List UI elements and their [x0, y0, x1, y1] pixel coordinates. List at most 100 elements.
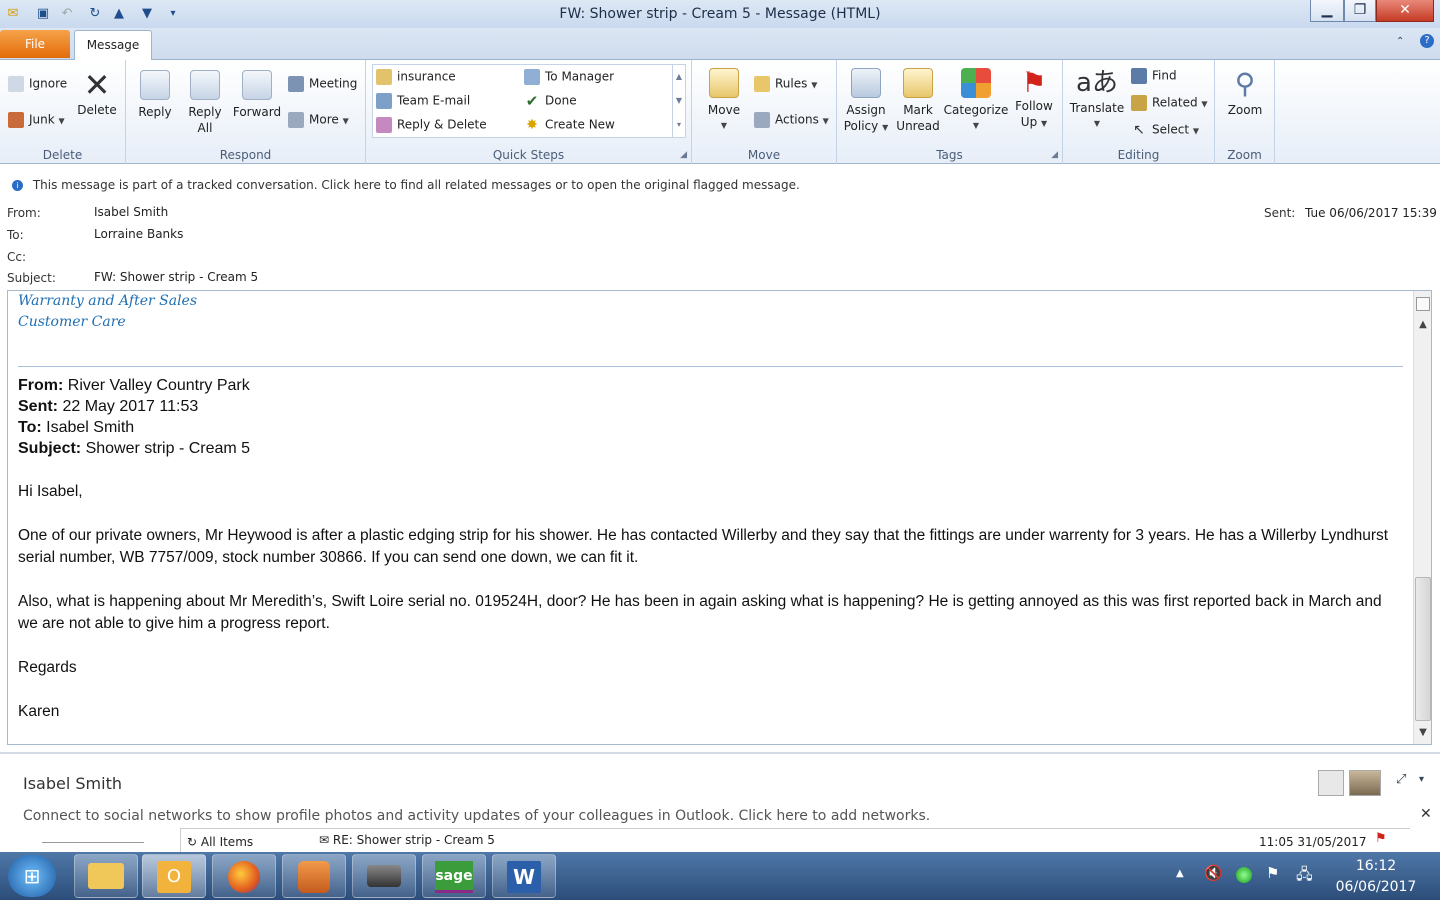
scroll-up-arrow[interactable]: ▲: [1416, 319, 1430, 333]
minimize-ribbon-icon[interactable]: ⌃: [1396, 36, 1404, 47]
signature-line-1: Warranty and After Sales: [18, 293, 198, 309]
sent-value: Tue 06/06/2017 15:39: [1305, 206, 1437, 220]
zoom-button[interactable]: ⚲ Zoom: [1223, 66, 1267, 118]
people-pane-name[interactable]: Isabel Smith: [23, 774, 122, 793]
quickstep-create-new[interactable]: ✸ Create New: [524, 117, 615, 133]
forward-button[interactable]: Forward: [232, 70, 282, 120]
select-button[interactable]: ↖ Select ▼: [1131, 122, 1199, 138]
meeting-button[interactable]: Meeting: [288, 76, 357, 92]
signature-line-2: Customer Care: [18, 314, 126, 330]
quickstep-label: Create New: [545, 117, 615, 132]
quickstep-label: Done: [545, 93, 577, 108]
assign-policy-button[interactable]: Assign Policy ▼: [843, 68, 889, 136]
group-quick-steps: insurance Team E-mail Reply & Delete To …: [366, 60, 692, 164]
related-button[interactable]: Related ▼: [1131, 95, 1208, 111]
start-button[interactable]: ⊞: [8, 855, 56, 897]
move-button[interactable]: Move ▼: [702, 68, 746, 134]
binoculars-icon: [1131, 68, 1147, 84]
team-email-icon: [376, 93, 392, 109]
action-center-flag-icon[interactable]: ⚑: [1266, 864, 1279, 882]
taskbar-app-stapler[interactable]: [352, 854, 416, 898]
star-icon: ✸: [526, 117, 538, 133]
delete-button[interactable]: ✕ Delete: [76, 68, 118, 118]
related-item-date: 11:05 31/05/2017: [1259, 835, 1367, 849]
ignore-button[interactable]: Ignore: [8, 76, 67, 92]
restore-button[interactable]: ❐: [1344, 0, 1376, 22]
taskbar-firefox[interactable]: [212, 854, 276, 898]
rules-button[interactable]: Rules ▼: [754, 76, 817, 92]
social-networks-text[interactable]: Connect to social networks to show profi…: [23, 808, 930, 824]
related-item[interactable]: ✉ RE: Shower strip - Cream 5: [319, 833, 495, 847]
rules-icon: [754, 76, 770, 92]
reply-button[interactable]: Reply: [134, 70, 176, 120]
categorize-button[interactable]: Categorize ▼: [943, 68, 1009, 134]
forward-label: Forward: [232, 105, 282, 119]
close-button[interactable]: ✕: [1376, 0, 1434, 22]
scroll-down-arrow[interactable]: ▼: [1416, 727, 1430, 741]
vertical-scrollbar[interactable]: ▲ ▼: [1413, 291, 1431, 744]
group-label-move: Move: [747, 148, 781, 162]
taskbar-outlook[interactable]: O: [142, 854, 206, 898]
taskbar-app-people[interactable]: [282, 854, 346, 898]
tracked-conversation-infobar[interactable]: i This message is part of a tracked conv…: [0, 178, 1440, 196]
flag-icon[interactable]: ⚑: [1375, 831, 1387, 846]
tab-file[interactable]: File: [0, 30, 70, 58]
contact-photo[interactable]: [1349, 770, 1381, 796]
more-respond-button[interactable]: More ▼: [288, 112, 349, 128]
show-hidden-icons[interactable]: ▲: [1176, 868, 1184, 879]
translate-icon: aあ: [1076, 68, 1118, 98]
minimize-button[interactable]: ▁: [1310, 0, 1344, 22]
find-button[interactable]: Find: [1131, 68, 1177, 84]
follow-up-button[interactable]: ⚑ Follow Up ▼: [1013, 68, 1055, 132]
dialog-launcher-icon[interactable]: ◢: [680, 150, 687, 160]
greeting: Hi Isabel,: [18, 483, 83, 500]
assign-policy-label-1: Assign: [846, 103, 886, 117]
cc-label: Cc:: [7, 250, 27, 264]
quickstep-done[interactable]: ✔ Done: [524, 93, 577, 109]
contact-avatar[interactable]: [1318, 770, 1344, 796]
junk-button[interactable]: Junk ▼: [8, 112, 65, 128]
volume-muted-icon[interactable]: 🔇: [1204, 864, 1223, 882]
from-value[interactable]: Isabel Smith: [94, 205, 168, 219]
dialog-launcher-icon[interactable]: ◢: [1051, 150, 1058, 160]
status-green-icon[interactable]: [1236, 867, 1252, 883]
actions-button[interactable]: Actions ▼: [754, 112, 829, 128]
fwd-sent-label: Sent:: [18, 398, 58, 415]
quickstep-label: Reply & Delete: [397, 117, 487, 132]
view-toggle-icon[interactable]: [1416, 297, 1430, 311]
to-value[interactable]: Lorraine Banks: [94, 227, 183, 241]
network-icon[interactable]: 🖧: [1296, 864, 1313, 889]
zoom-label: Zoom: [1227, 103, 1263, 117]
close-icon[interactable]: ✕: [1420, 806, 1432, 822]
translate-button[interactable]: aあ Translate ▼: [1069, 66, 1125, 132]
clock-date[interactable]: 06/06/2017: [1326, 879, 1426, 895]
reply-delete-icon: [376, 117, 392, 133]
scroll-thumb[interactable]: [1415, 577, 1431, 721]
reply-label: Reply: [138, 105, 172, 119]
find-label: Find: [1152, 68, 1177, 83]
expand-icon[interactable]: ⤢: [1396, 772, 1406, 787]
group-label-editing: Editing: [1117, 148, 1160, 162]
taskbar-sage[interactable]: sage: [422, 854, 486, 898]
forward-divider: [18, 366, 1403, 375]
quickstep-reply-delete[interactable]: Reply & Delete: [376, 117, 487, 133]
all-items-tab[interactable]: ↻ All Items: [187, 835, 253, 849]
taskbar-explorer[interactable]: [74, 854, 138, 898]
help-icon[interactable]: ?: [1420, 34, 1434, 48]
quickstep-insurance[interactable]: insurance: [376, 69, 456, 85]
tab-message[interactable]: Message: [74, 30, 152, 60]
quick-steps-scroll[interactable]: ▲ ▼ ▾: [672, 65, 685, 137]
people-app-icon: [298, 861, 330, 893]
subject-label: Subject:: [7, 271, 56, 285]
quickstep-team-email[interactable]: Team E-mail: [376, 93, 470, 109]
message-body[interactable]: Warranty and After Sales Customer Care F…: [7, 290, 1432, 745]
clock-time[interactable]: 16:12: [1336, 858, 1416, 874]
group-tags: Assign Policy ▼ Mark Unread Categorize ▼ ⚑ F…: [837, 60, 1063, 164]
title-bar: ✉ ▣ ↶ ↻ ▲ ▼ ▾ FW: Shower strip - Cream 5…: [0, 0, 1440, 28]
quickstep-to-manager[interactable]: To Manager: [524, 69, 614, 85]
mark-unread-button[interactable]: Mark Unread: [895, 68, 941, 134]
mark-unread-label-2: Unread: [896, 119, 940, 133]
reply-all-button[interactable]: Reply All: [184, 70, 226, 136]
collapse-chevron-icon[interactable]: ▾: [1419, 774, 1424, 785]
taskbar-word[interactable]: W: [492, 854, 556, 898]
